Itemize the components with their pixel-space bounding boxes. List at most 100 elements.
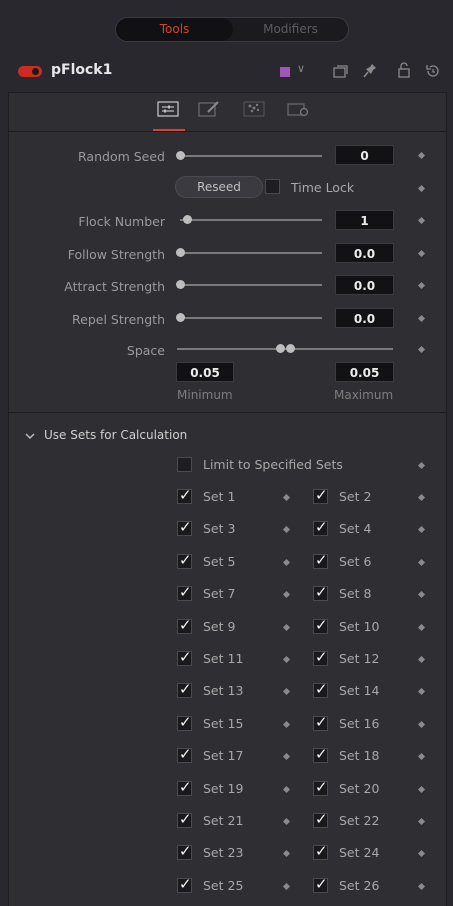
- style-icon[interactable]: [198, 101, 220, 117]
- settings-icon[interactable]: [287, 101, 309, 117]
- space-range-max-thumb[interactable]: [286, 344, 295, 353]
- set-checkbox[interactable]: [177, 680, 192, 698]
- repel-strength-input[interactable]: 0.0: [335, 308, 394, 328]
- set-label: Set 3: [203, 521, 236, 536]
- follow-strength-label: Follow Strength: [67, 247, 165, 262]
- tab-tools[interactable]: Tools: [116, 18, 233, 41]
- set-label: Set 16: [339, 716, 380, 731]
- set-checkbox[interactable]: [313, 778, 328, 796]
- random-seed-slider[interactable]: [180, 155, 322, 157]
- set-label: Set 23: [203, 845, 244, 860]
- set-label: Set 19: [203, 781, 244, 796]
- set-label: Set 24: [339, 845, 380, 860]
- space-label: Space: [126, 343, 165, 358]
- time-lock-label: Time Lock: [291, 180, 355, 195]
- set-checkbox[interactable]: [177, 810, 192, 828]
- set-label: Set 12: [339, 651, 380, 666]
- versions-icon[interactable]: [333, 64, 349, 78]
- tool-enable-toggle[interactable]: [18, 66, 42, 77]
- set-checkbox[interactable]: [313, 875, 328, 893]
- set-checkbox[interactable]: [177, 842, 192, 860]
- space-minimum-label: Minimum: [177, 388, 233, 402]
- random-seed-label: Random Seed: [78, 149, 165, 164]
- set-label: Set 13: [203, 683, 244, 698]
- random-seed-input[interactable]: 0: [335, 145, 394, 165]
- limit-to-specified-sets-checkbox[interactable]: [177, 457, 192, 472]
- space-maximum-label: Maximum: [334, 388, 394, 402]
- attract-strength-slider-thumb[interactable]: [176, 280, 185, 289]
- random-seed-slider-thumb[interactable]: [176, 151, 185, 160]
- set-label: Set 8: [339, 586, 372, 601]
- set-label: Set 11: [203, 651, 244, 666]
- attract-strength-slider[interactable]: [180, 284, 322, 286]
- set-checkbox[interactable]: [177, 875, 192, 893]
- flock-number-label: Flock Number: [78, 214, 165, 229]
- set-checkbox[interactable]: [313, 842, 328, 860]
- set-label: Set 25: [203, 878, 244, 893]
- set-label: Set 26: [339, 878, 380, 893]
- set-checkbox[interactable]: [177, 616, 192, 634]
- tab-divider: [9, 131, 446, 132]
- color-swatch[interactable]: [280, 67, 290, 77]
- set-label: Set 10: [339, 619, 380, 634]
- set-label: Set 7: [203, 586, 236, 601]
- tool-name[interactable]: pFlock1: [51, 62, 112, 78]
- repel-strength-slider-thumb[interactable]: [176, 313, 185, 322]
- set-checkbox[interactable]: [177, 648, 192, 666]
- tab-modifiers[interactable]: Modifiers: [233, 18, 348, 41]
- space-range-slider[interactable]: [177, 348, 393, 350]
- repel-strength-slider[interactable]: [180, 317, 322, 319]
- set-checkbox[interactable]: [177, 745, 192, 763]
- controls-icon[interactable]: [157, 101, 179, 117]
- time-lock-checkbox[interactable]: [265, 179, 280, 194]
- flock-number-slider[interactable]: [180, 219, 322, 221]
- limit-to-specified-sets-label: Limit to Specified Sets: [203, 457, 343, 472]
- region-icon[interactable]: [243, 101, 265, 117]
- reset-icon[interactable]: [425, 63, 441, 79]
- chevron-down-icon[interactable]: [25, 432, 35, 440]
- set-checkbox[interactable]: [313, 648, 328, 666]
- attract-strength-input[interactable]: 0.0: [335, 275, 394, 295]
- follow-strength-input[interactable]: 0.0: [335, 243, 394, 263]
- set-checkbox[interactable]: [177, 486, 192, 504]
- set-checkbox[interactable]: [313, 486, 328, 504]
- chevron-down-icon[interactable]: ∨: [297, 62, 305, 75]
- space-minimum-input[interactable]: 0.05: [176, 362, 234, 382]
- flock-number-slider-thumb[interactable]: [183, 215, 192, 224]
- set-label: Set 21: [203, 813, 244, 828]
- attract-strength-label: Attract Strength: [64, 279, 165, 294]
- reseed-button[interactable]: Reseed: [175, 176, 263, 198]
- set-checkbox[interactable]: [313, 518, 328, 536]
- lock-icon[interactable]: [397, 62, 411, 78]
- set-label: Set 4: [339, 521, 372, 536]
- tool-header: pFlock1 ∨: [0, 55, 453, 88]
- set-checkbox[interactable]: [313, 680, 328, 698]
- set-label: Set 5: [203, 554, 236, 569]
- set-checkbox[interactable]: [313, 616, 328, 634]
- set-checkbox[interactable]: [177, 713, 192, 731]
- set-checkbox[interactable]: [177, 518, 192, 536]
- set-checkbox[interactable]: [177, 583, 192, 601]
- set-label: Set 22: [339, 813, 380, 828]
- set-checkbox[interactable]: [313, 583, 328, 601]
- follow-strength-slider-thumb[interactable]: [176, 248, 185, 257]
- set-checkbox[interactable]: [313, 810, 328, 828]
- set-label: Set 6: [339, 554, 372, 569]
- follow-strength-slider[interactable]: [180, 252, 322, 254]
- set-label: Set 18: [339, 748, 380, 763]
- set-checkbox[interactable]: [313, 745, 328, 763]
- flock-number-input[interactable]: 1: [335, 210, 394, 230]
- set-checkbox[interactable]: [177, 778, 192, 796]
- section-divider: [9, 412, 446, 413]
- set-checkbox[interactable]: [313, 551, 328, 569]
- set-label: Set 9: [203, 619, 236, 634]
- set-label: Set 2: [339, 489, 372, 504]
- set-label: Set 1: [203, 489, 236, 504]
- use-sets-section-header[interactable]: Use Sets for Calculation: [44, 428, 187, 442]
- set-checkbox[interactable]: [313, 713, 328, 731]
- space-maximum-input[interactable]: 0.05: [335, 362, 394, 382]
- set-checkbox[interactable]: [177, 551, 192, 569]
- pin-icon[interactable]: [363, 63, 377, 79]
- tools-modifiers-switch: Tools Modifiers: [115, 17, 349, 42]
- space-range-min-thumb[interactable]: [276, 344, 285, 353]
